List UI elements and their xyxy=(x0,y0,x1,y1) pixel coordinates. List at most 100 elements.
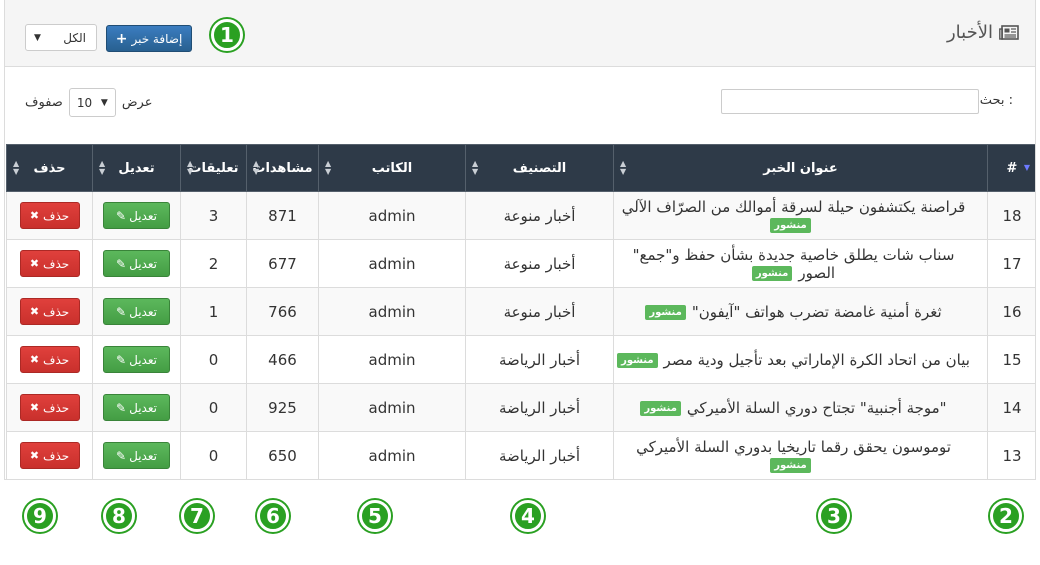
caret-down-icon: ▼ xyxy=(34,32,41,43)
news-title[interactable]: ثغرة أمنية غامضة تضرب هواتف "آيفون" xyxy=(692,303,942,321)
column-header-category[interactable]: التصنيف ▲ ▼ xyxy=(465,144,614,192)
table-row: 16 ثغرة أمنية غامضة تضرب هواتف "آيفون" من… xyxy=(6,287,1035,336)
page-length-control: عرض 10 ▼ صفوف xyxy=(25,88,152,117)
caret-down-icon: ▼ xyxy=(100,97,108,108)
pencil-icon: ✎ xyxy=(116,400,127,415)
column-header-id[interactable]: # ▼ xyxy=(987,144,1035,192)
delete-button[interactable]: حذف ✖ xyxy=(19,202,80,229)
status-badge: منشور xyxy=(640,400,681,416)
news-title[interactable]: سناب شات يطلق خاصية جديدة بشأن حفظ و"جمع… xyxy=(633,246,955,282)
row-author: admin xyxy=(318,383,466,432)
row-delete-cell: حذف ✖ xyxy=(6,239,93,288)
row-category: أخبار الرياضة xyxy=(465,431,614,479)
row-delete-cell: حذف ✖ xyxy=(6,287,93,336)
edit-label: تعديل xyxy=(129,304,157,319)
status-badge: منشور xyxy=(645,304,686,320)
length-suffix: صفوف xyxy=(25,95,63,110)
table-row: 13 توموسون يحقق رقما تاريخيا بدوري السلة… xyxy=(6,431,1035,479)
row-author: admin xyxy=(318,191,466,240)
annotation-marker-8: 8 xyxy=(103,500,135,532)
close-icon: ✖ xyxy=(29,209,40,222)
edit-label: تعديل xyxy=(129,448,157,463)
delete-button[interactable]: حذف ✖ xyxy=(19,298,80,325)
edit-label: تعديل xyxy=(129,208,157,223)
edit-button[interactable]: تعديل ✎ xyxy=(103,394,170,421)
row-edit-cell: تعديل ✎ xyxy=(92,191,181,240)
edit-button[interactable]: تعديل ✎ xyxy=(103,442,170,469)
row-author: admin xyxy=(318,335,466,384)
delete-label: حذف xyxy=(43,208,70,223)
search-input[interactable] xyxy=(721,89,979,114)
delete-button[interactable]: حذف ✖ xyxy=(19,442,80,469)
column-header-edit[interactable]: تعديل ▲ ▼ xyxy=(92,144,181,192)
panel-header: الأخبار + إضافة خبر ▼ الكل xyxy=(5,0,1035,67)
pencil-icon: ✎ xyxy=(116,304,127,319)
news-title[interactable]: "موجة أجنبية" تجتاح دوري السلة الأميركي xyxy=(687,399,947,417)
status-badge: منشور xyxy=(770,217,811,233)
column-header-delete[interactable]: حذف ▲ ▼ xyxy=(6,144,93,192)
delete-button[interactable]: حذف ✖ xyxy=(19,250,80,277)
sort-desc-icon: ▼ xyxy=(1023,163,1030,172)
delete-label: حذف xyxy=(43,256,70,271)
add-news-button[interactable]: + إضافة خبر xyxy=(106,25,192,52)
sort-icon: ▲ ▼ xyxy=(472,159,479,176)
news-title[interactable]: بيان من اتحاد الكرة الإماراتي بعد تأجيل … xyxy=(664,351,970,369)
row-comments: 3 xyxy=(180,191,247,240)
page-length-select[interactable]: 10 ▼ xyxy=(68,88,116,117)
column-header-comments[interactable]: تعليقات ▲ ▼ xyxy=(180,144,247,192)
pencil-icon: ✎ xyxy=(116,208,127,223)
sort-icon: ▲ ▼ xyxy=(187,159,194,176)
close-icon: ✖ xyxy=(29,305,40,318)
row-views: 871 xyxy=(246,191,319,240)
row-comments: 0 xyxy=(180,431,247,479)
annotation-marker-5: 5 xyxy=(359,500,391,532)
row-title-cell: قراصنة يكتشفون حيلة لسرقة أموالك من الصر… xyxy=(613,191,988,240)
table-row: 15 بيان من اتحاد الكرة الإماراتي بعد تأج… xyxy=(6,335,1035,384)
filter-select[interactable]: ▼ الكل xyxy=(25,24,97,51)
delete-button[interactable]: حذف ✖ xyxy=(19,346,80,373)
row-edit-cell: تعديل ✎ xyxy=(92,431,181,479)
pencil-icon: ✎ xyxy=(116,448,127,463)
column-header-author[interactable]: الكاتب ▲ ▼ xyxy=(318,144,466,192)
status-badge: منشور xyxy=(770,457,811,473)
row-category: أخبار منوعة xyxy=(465,287,614,336)
delete-label: حذف xyxy=(43,400,70,415)
news-panel: الأخبار + إضافة خبر ▼ الكل بحث : عرض 10 … xyxy=(4,0,1036,480)
row-author: admin xyxy=(318,239,466,288)
status-badge: منشور xyxy=(751,265,793,281)
news-title[interactable]: توموسون يحقق رقما تاريخيا بدوري السلة ال… xyxy=(636,438,951,456)
edit-button[interactable]: تعديل ✎ xyxy=(103,298,170,325)
table-row: 18 قراصنة يكتشفون حيلة لسرقة أموالك من ا… xyxy=(6,191,1035,240)
edit-button[interactable]: تعديل ✎ xyxy=(103,346,170,373)
row-category: أخبار الرياضة xyxy=(465,383,614,432)
row-category: أخبار منوعة xyxy=(465,239,614,288)
page-title-wrap: الأخبار xyxy=(947,22,1019,43)
row-comments: 0 xyxy=(180,335,247,384)
annotation-marker-2: 2 xyxy=(990,500,1022,532)
row-edit-cell: تعديل ✎ xyxy=(92,239,181,288)
delete-label: حذف xyxy=(43,448,70,463)
row-id: 13 xyxy=(987,431,1035,479)
row-delete-cell: حذف ✖ xyxy=(6,335,93,384)
row-title-cell: بيان من اتحاد الكرة الإماراتي بعد تأجيل … xyxy=(613,335,988,384)
filter-value: الكل xyxy=(63,30,86,45)
row-title-cell: توموسون يحقق رقما تاريخيا بدوري السلة ال… xyxy=(613,431,988,479)
edit-button[interactable]: تعديل ✎ xyxy=(103,250,170,277)
add-news-label: إضافة خبر xyxy=(131,31,183,46)
row-comments: 2 xyxy=(180,239,247,288)
row-id: 14 xyxy=(987,383,1035,432)
row-id: 15 xyxy=(987,335,1035,384)
column-header-views[interactable]: مشاهدات ▲ ▼ xyxy=(246,144,319,192)
column-header-title[interactable]: عنوان الخبر ▲ ▼ xyxy=(613,144,988,192)
page-title: الأخبار xyxy=(946,22,993,43)
annotation-marker-4: 4 xyxy=(512,500,544,532)
news-title[interactable]: قراصنة يكتشفون حيلة لسرقة أموالك من الصر… xyxy=(622,198,966,216)
edit-button[interactable]: تعديل ✎ xyxy=(103,202,170,229)
table-row: 17 سناب شات يطلق خاصية جديدة بشأن حفظ و"… xyxy=(6,239,1035,288)
pencil-icon: ✎ xyxy=(116,352,127,367)
delete-button[interactable]: حذف ✖ xyxy=(19,394,80,421)
pencil-icon: ✎ xyxy=(116,256,127,271)
annotation-marker-7: 7 xyxy=(181,500,213,532)
row-delete-cell: حذف ✖ xyxy=(6,383,93,432)
page-length-value: 10 xyxy=(76,95,93,110)
